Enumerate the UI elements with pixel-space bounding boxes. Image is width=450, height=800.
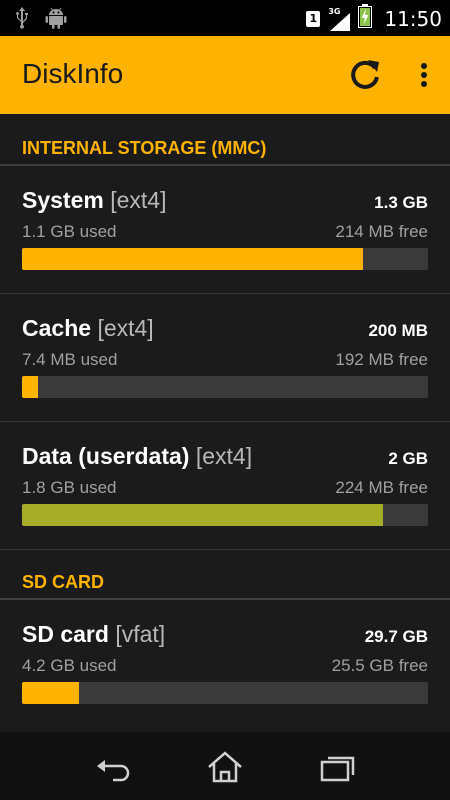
- overflow-menu-button[interactable]: [412, 60, 436, 92]
- storage-used: 4.2 GB used: [22, 656, 117, 675]
- storage-name: System [ext4]: [22, 187, 167, 213]
- storage-total: 2 GB: [388, 449, 428, 468]
- usage-bar-fill: [22, 504, 384, 526]
- storage-total: 1.3 GB: [374, 193, 428, 212]
- storage-name: Data (userdata) [ext4]: [22, 443, 253, 469]
- signal-icon: 3G: [328, 7, 351, 31]
- storage-item-sd-card[interactable]: SD card [vfat] 29.7 GB 4.2 GB used 25.5 …: [0, 600, 450, 728]
- storage-item-data[interactable]: Data (userdata) [ext4] 2 GB 1.8 GB used …: [0, 422, 450, 550]
- filesystem-type: [ext4]: [195, 443, 253, 469]
- filesystem-type: [vfat]: [115, 621, 166, 647]
- refresh-icon: [351, 60, 379, 89]
- status-bar: 1 3G 11:50: [0, 0, 450, 36]
- storage-total: 29.7 GB: [364, 627, 428, 646]
- usage-bar: [22, 248, 428, 270]
- recent-apps-button[interactable]: [318, 750, 358, 784]
- usage-bar-fill: [22, 376, 39, 398]
- usage-bar: [22, 504, 428, 526]
- usage-bar-fill: [22, 248, 364, 270]
- section-header-internal: INTERNAL STORAGE (MMC): [0, 114, 450, 166]
- back-button[interactable]: [93, 750, 133, 784]
- storage-item-system[interactable]: System [ext4] 1.3 GB 1.1 GB used 214 MB …: [0, 166, 450, 294]
- usage-bar-fill: [22, 682, 79, 704]
- storage-name: Cache [ext4]: [22, 315, 154, 341]
- recent-apps-icon: [320, 756, 355, 782]
- storage-free: 224 MB free: [335, 478, 428, 497]
- sim-icon: 1: [306, 10, 321, 27]
- section-header-sd-card: SD CARD: [0, 550, 450, 600]
- storage-list: INTERNAL STORAGE (MMC) System [ext4] 1.3…: [0, 114, 450, 728]
- navigation-bar: [0, 732, 450, 800]
- storage-free: 214 MB free: [335, 222, 428, 241]
- storage-used: 7.4 MB used: [22, 350, 118, 369]
- storage-item-cache[interactable]: Cache [ext4] 200 MB 7.4 MB used 192 MB f…: [0, 294, 450, 422]
- back-icon: [97, 760, 130, 782]
- app-title: DiskInfo: [22, 58, 124, 89]
- overflow-menu-icon: [421, 63, 427, 87]
- home-icon: [208, 751, 242, 783]
- storage-name: SD card [vfat]: [22, 621, 166, 647]
- filesystem-type: [ext4]: [97, 315, 154, 341]
- storage-free: 192 MB free: [335, 350, 428, 369]
- refresh-button[interactable]: [346, 56, 384, 94]
- status-clock: 11:50: [384, 6, 442, 31]
- storage-free: 25.5 GB free: [331, 656, 428, 675]
- battery-charging-icon: [358, 4, 373, 33]
- storage-used: 1.1 GB used: [22, 222, 117, 241]
- storage-used: 1.8 GB used: [22, 478, 117, 497]
- home-button[interactable]: [205, 750, 245, 784]
- android-debug-icon: [44, 6, 68, 35]
- usb-icon: [14, 6, 30, 35]
- filesystem-type: [ext4]: [110, 187, 167, 213]
- usage-bar: [22, 682, 428, 704]
- storage-total: 200 MB: [368, 321, 428, 340]
- usage-bar: [22, 376, 428, 398]
- app-bar: DiskInfo: [0, 36, 450, 114]
